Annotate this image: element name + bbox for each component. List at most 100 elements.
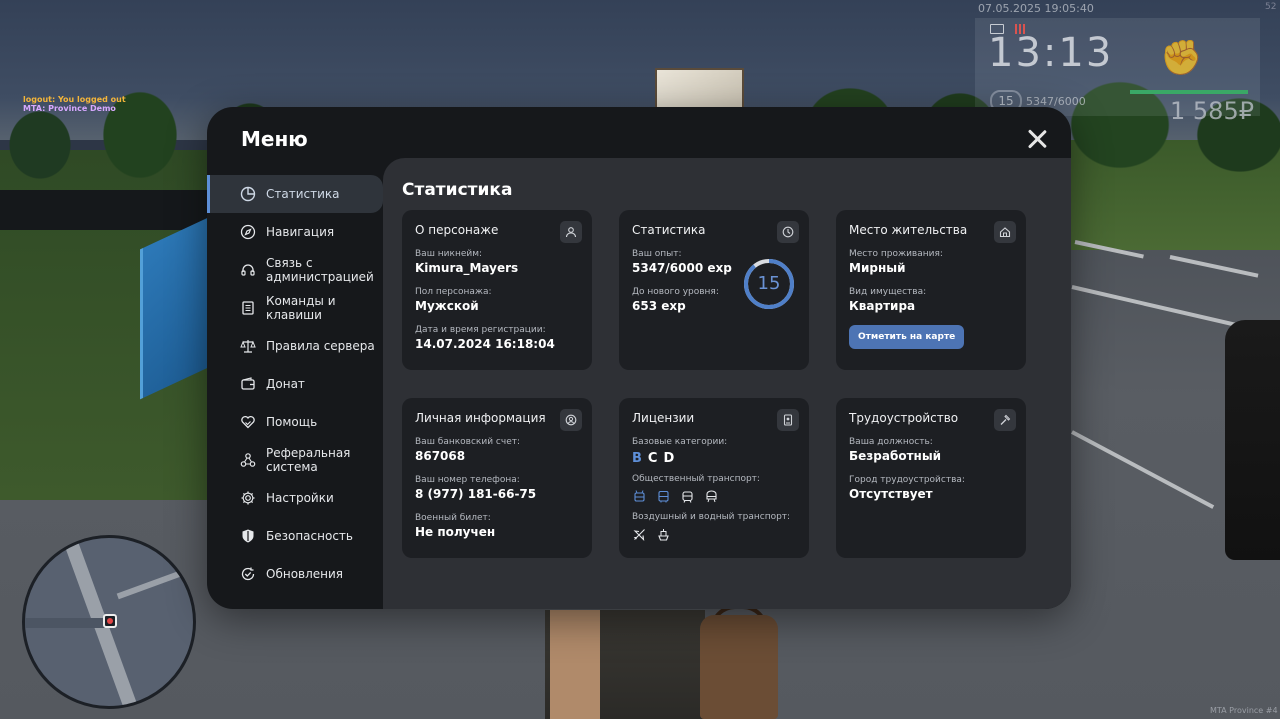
card-title: О персонаже	[415, 223, 499, 237]
nickname-label: Ваш никнейм:	[415, 249, 483, 259]
menu-window: Меню Статистика Навигация Связь с админи…	[207, 107, 1071, 609]
bus-icon	[656, 489, 670, 503]
close-button[interactable]	[1025, 127, 1049, 151]
hud-time: 13:13	[988, 30, 1114, 76]
sidebar-item-commands[interactable]: Команды и клавиши	[207, 289, 383, 327]
hud-corner: 52	[1265, 2, 1277, 12]
public-transport-icons	[632, 489, 796, 503]
card-licenses: Лицензии Базовые категории: BCD Обществе…	[619, 398, 809, 558]
sidebar-item-label: Связь с администрацией	[266, 256, 374, 284]
level-ring: 15	[742, 257, 796, 311]
job-city-label: Город трудоустройства:	[849, 475, 965, 485]
card-title: Статистика	[632, 223, 706, 237]
metro-icon	[704, 489, 718, 503]
user-circle-icon	[560, 409, 582, 431]
registration-value: 14.07.2024 16:18:04	[415, 337, 555, 351]
military-id-label: Военный билет:	[415, 513, 491, 523]
chat-box: logout: You logged out MTA: Province Dem…	[23, 95, 126, 113]
sidebar-item-rules[interactable]: Правила сервера	[207, 327, 383, 365]
phone-value: 8 (977) 181-66-75	[415, 487, 537, 501]
tram-icon	[680, 489, 694, 503]
sidebar-item-label: Обновления	[266, 567, 344, 581]
residence-place-value: Мирный	[849, 261, 906, 275]
content-panel: Статистика О персонаже Ваш никнейм: Kimu…	[383, 158, 1071, 609]
base-categories-label: Базовые категории:	[632, 437, 728, 447]
clock-pie-icon	[777, 221, 799, 243]
player-hand	[550, 610, 600, 719]
sidebar: Статистика Навигация Связь с администрац…	[207, 175, 383, 593]
gender-label: Пол персонажа:	[415, 287, 492, 297]
menu-title: Меню	[241, 127, 308, 151]
chat-line: MTA: Province Demo	[23, 104, 116, 113]
card-title: Лицензии	[632, 411, 695, 425]
sidebar-item-donate[interactable]: Донат	[207, 365, 383, 403]
bank-account-label: Ваш банковский счет:	[415, 437, 521, 447]
hud-datetime: 07.05.2025 19:05:40	[978, 2, 1094, 15]
page-title: Статистика	[402, 180, 513, 200]
card-employment: Трудоустройство Ваша должность: Безработ…	[836, 398, 1026, 558]
license-categories: BCD	[632, 451, 796, 466]
property-type-value: Квартира	[849, 299, 916, 313]
air-water-transport-icons	[632, 527, 796, 541]
military-id-value: Не получен	[415, 525, 496, 539]
sidebar-item-label: Безопасность	[266, 529, 353, 543]
card-residence: Место жительства Место проживания: Мирны…	[836, 210, 1026, 370]
card-personal-info: Личная информация Ваш банковский счет: 8…	[402, 398, 592, 558]
sidebar-item-navigation[interactable]: Навигация	[207, 213, 383, 251]
referral-network-icon	[240, 452, 256, 468]
sidebar-item-label: Навигация	[266, 225, 335, 239]
phone-label: Ваш номер телефона:	[415, 475, 520, 485]
id-badge-icon	[777, 409, 799, 431]
sidebar-item-statistics[interactable]: Статистика	[207, 175, 383, 213]
headset-icon	[240, 262, 256, 278]
job-position-value: Безработный	[849, 449, 942, 463]
ship-icon	[656, 527, 670, 541]
health-bar	[1130, 90, 1248, 94]
sidebar-item-label: Команды и клавиши	[266, 294, 336, 322]
chat-line: logout: You logged out	[23, 95, 126, 104]
document-icon	[240, 300, 256, 316]
sidebar-item-referral[interactable]: Реферальная система	[207, 441, 383, 479]
license-category: C	[647, 451, 664, 466]
minimap	[22, 535, 196, 709]
bag	[700, 615, 778, 719]
wallet-icon	[240, 376, 256, 392]
shield-icon	[240, 528, 256, 544]
sidebar-item-label: Донат	[266, 377, 305, 391]
bank-account-value: 867068	[415, 449, 466, 463]
public-transport-label: Общественный транспорт:	[632, 474, 760, 484]
air-water-transport-label: Воздушный и водный транспорт:	[632, 512, 791, 522]
sidebar-item-security[interactable]: Безопасность	[207, 517, 383, 555]
compass-icon	[240, 224, 256, 240]
gender-value: Мужской	[415, 299, 479, 313]
user-icon	[560, 221, 582, 243]
sidebar-item-label: Правила сервера	[266, 339, 375, 353]
license-category: D	[663, 451, 681, 466]
sidebar-item-label: Реферальная система	[266, 446, 351, 474]
sidebar-item-label: Статистика	[266, 187, 340, 201]
sidebar-item-label: Помощь	[266, 415, 318, 429]
job-position-label: Ваша должность:	[849, 437, 933, 447]
sidebar-item-settings[interactable]: Настройки	[207, 479, 383, 517]
npc	[1225, 320, 1280, 560]
nickname-value: Kimura_Mayers	[415, 261, 519, 275]
card-character: О персонаже Ваш никнейм: Kimura_Mayers П…	[402, 210, 592, 370]
mark-on-map-button[interactable]: Отметить на карте	[849, 325, 965, 349]
update-check-icon	[240, 566, 256, 582]
card-title: Место жительства	[849, 223, 968, 237]
card-title: Трудоустройство	[849, 411, 959, 425]
hud-money: 1 585₽	[1170, 97, 1254, 125]
fist-icon: ✊	[1160, 38, 1203, 78]
sidebar-item-help[interactable]: Помощь	[207, 403, 383, 441]
gear-icon	[240, 490, 256, 506]
pie-chart-icon	[240, 186, 256, 202]
hammer-icon	[994, 409, 1016, 431]
level-number: 15	[757, 273, 781, 294]
property-type-label: Вид имущества:	[849, 287, 927, 297]
airplane-icon	[632, 527, 646, 541]
sidebar-item-admin-contact[interactable]: Связь с администрацией	[207, 251, 383, 289]
handshake-heart-icon	[240, 414, 256, 430]
sidebar-item-updates[interactable]: Обновления	[207, 555, 383, 593]
card-statistics: Статистика Ваш опыт: 5347/6000 exp До но…	[619, 210, 809, 370]
job-city-value: Отсутствует	[849, 487, 933, 501]
